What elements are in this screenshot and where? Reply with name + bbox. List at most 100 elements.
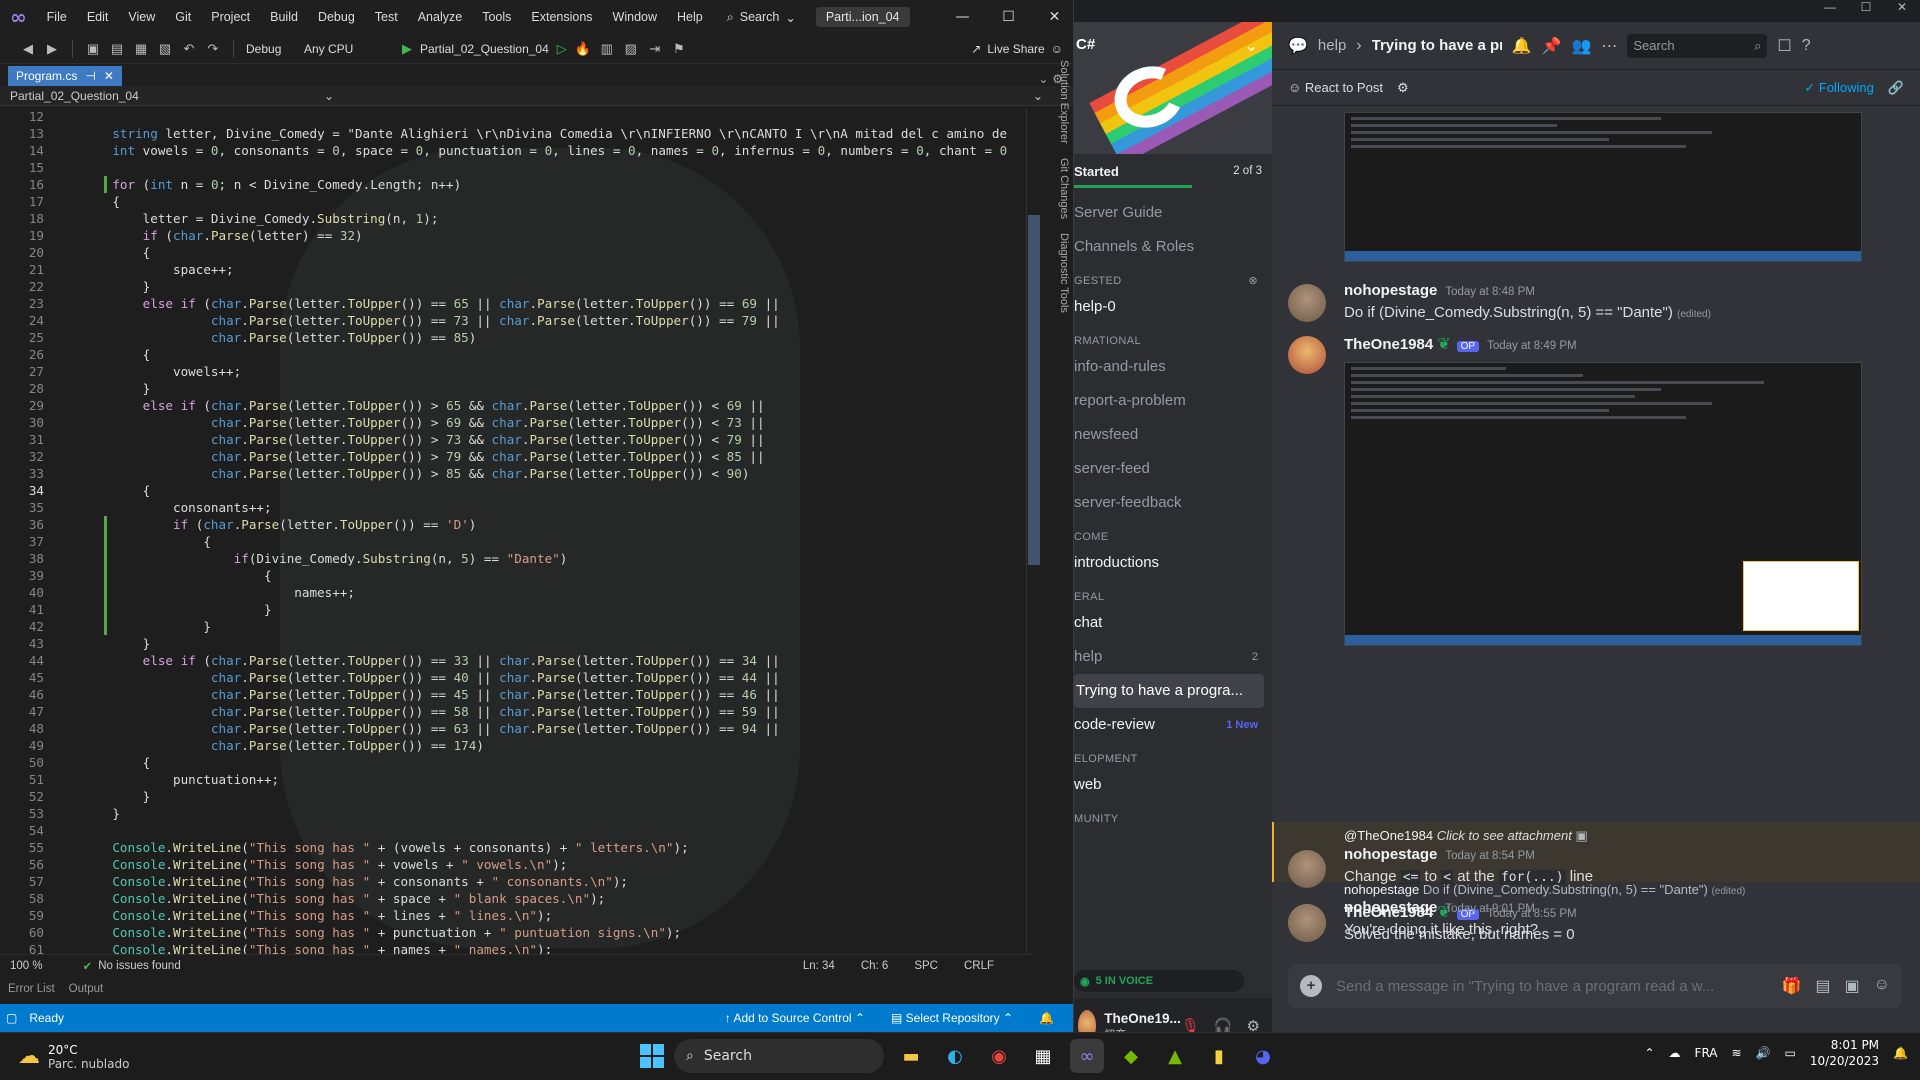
menu-build[interactable]: Build	[260, 10, 308, 24]
code-line[interactable]: 56 Console.WriteLine("This song has " + …	[0, 856, 1034, 873]
category-header[interactable]: MUNITY	[1074, 802, 1272, 828]
close-icon[interactable]: ✕	[1884, 0, 1920, 22]
start-debug-icon[interactable]: ▶	[402, 41, 412, 57]
code-line[interactable]: 55 Console.WriteLine("This song has " + …	[0, 839, 1034, 856]
attachment-image[interactable]	[1344, 362, 1862, 646]
nvidia-icon[interactable]: ◆	[1114, 1039, 1148, 1073]
avatar[interactable]	[1288, 904, 1326, 942]
pin-icon[interactable]: ⊣	[85, 69, 95, 83]
side-tab-solution-explorer[interactable]: Solution Explorer	[1048, 60, 1070, 144]
help-icon[interactable]: ?	[1802, 37, 1811, 55]
menu-extensions[interactable]: Extensions	[521, 10, 602, 24]
chevron-down-icon[interactable]: ⌄	[1245, 36, 1258, 56]
code-line[interactable]: 27 vowels++;	[0, 363, 1034, 380]
taskbar-search[interactable]: ⌕ Search	[674, 1039, 884, 1073]
headphones-icon[interactable]: 🎧	[1214, 1017, 1233, 1032]
channel-item[interactable]: chat	[1074, 606, 1272, 640]
start-button[interactable]	[640, 1044, 664, 1068]
toolbox-icon[interactable]: ▥	[599, 41, 615, 57]
code-line[interactable]: 13 string letter, Divine_Comedy = "Dante…	[0, 125, 1034, 142]
channel-item[interactable]: help 2	[1074, 640, 1272, 674]
scrollbar-thumb[interactable]	[1028, 215, 1040, 565]
search-input[interactable]: Search ⌕	[1627, 33, 1768, 58]
discord-icon[interactable]: ◕	[1246, 1039, 1280, 1073]
code-line[interactable]: 59 Console.WriteLine("This song has " + …	[0, 907, 1034, 924]
language-indicator[interactable]: FRA	[1695, 1046, 1718, 1060]
link-icon[interactable]: 🔗	[1888, 80, 1904, 96]
layout-icon[interactable]: ▨	[623, 41, 639, 57]
code-line[interactable]: 43 }	[0, 635, 1034, 652]
code-line[interactable]: 42 }	[0, 618, 1034, 635]
onboarding-progress[interactable]: Started 2 of 3	[1074, 154, 1272, 188]
project-selector[interactable]: Partial_02_Question_04 ⌄	[10, 89, 340, 103]
channel-item[interactable]: report-a-problem	[1074, 384, 1272, 418]
code-line[interactable]: 46 char.Parse(letter.ToUpper()) == 45 ||…	[0, 686, 1034, 703]
channel-item[interactable]: help-0	[1074, 290, 1272, 324]
notification-icon[interactable]: 🔔	[1893, 1046, 1908, 1060]
code-line[interactable]: 31 char.Parse(letter.ToUpper()) > 73 && …	[0, 431, 1034, 448]
inbox-icon[interactable]: ☐	[1777, 36, 1791, 56]
config-dropdown[interactable]: Debug	[246, 42, 296, 56]
channel-item[interactable]: Server Guide	[1074, 196, 1272, 230]
reply-preview[interactable]: @TheOne1984 Click to see attachment ▣	[1344, 828, 1920, 844]
minimize-icon[interactable]: —	[1812, 0, 1848, 22]
undo-icon[interactable]: ↶	[181, 41, 197, 57]
sticker-icon[interactable]: ▣	[1845, 976, 1860, 996]
code-line[interactable]: 41 }	[0, 601, 1034, 618]
close-icon[interactable]: ⊗	[1248, 264, 1258, 290]
following-button[interactable]: ✓ Following	[1804, 80, 1873, 96]
menu-edit[interactable]: Edit	[77, 10, 119, 24]
open-folder-icon[interactable]: ▤	[109, 41, 125, 57]
chrome-icon[interactable]: ◉	[982, 1039, 1016, 1073]
members-icon[interactable]: 👥	[1571, 36, 1591, 56]
gift-icon[interactable]: 🎁	[1781, 976, 1801, 996]
code-line[interactable]: 58 Console.WriteLine("This song has " + …	[0, 890, 1034, 907]
side-tab-git-changes[interactable]: Git Changes	[1048, 158, 1070, 219]
code-line[interactable]: 53 }	[0, 805, 1034, 822]
channel-item[interactable]: code-review 1 New	[1074, 708, 1272, 742]
menu-file[interactable]: File	[37, 10, 77, 24]
code-line[interactable]: 32 char.Parse(letter.ToUpper()) > 79 && …	[0, 448, 1034, 465]
react-to-post-button[interactable]: ☺ React to Post	[1288, 80, 1383, 95]
side-tab-diagnostic-tools[interactable]: Diagnostic Tools	[1048, 233, 1070, 313]
clock[interactable]: 8:01 PM 10/20/2023	[1810, 1037, 1879, 1069]
redo-icon[interactable]: ↷	[205, 41, 221, 57]
maximize-icon[interactable]: ☐	[986, 9, 1032, 25]
channel-item[interactable]: info-and-rules	[1074, 350, 1272, 384]
code-line[interactable]: 18 letter = Divine_Comedy.Substring(n, 1…	[0, 210, 1034, 227]
code-line[interactable]: 19 if (char.Parse(letter) == 32)	[0, 227, 1034, 244]
code-line[interactable]: 22 }	[0, 278, 1034, 295]
vs-search-button[interactable]: ⌕ Search ⌄	[727, 10, 796, 25]
gear-icon[interactable]: ⚙	[1247, 1017, 1260, 1032]
code-line[interactable]: 26 {	[0, 346, 1034, 363]
code-line[interactable]: 47 char.Parse(letter.ToUpper()) == 58 ||…	[0, 703, 1034, 720]
code-line[interactable]: 36 if (char.Parse(letter.ToUpper()) == '…	[0, 516, 1034, 533]
code-editor[interactable]: 12 13 string letter, Divine_Comedy = "Dan…	[0, 108, 1034, 954]
avatar[interactable]	[1288, 284, 1326, 322]
code-line[interactable]: 17 {	[0, 193, 1034, 210]
step-icon[interactable]: ⇥	[647, 41, 663, 57]
channel-item[interactable]: Trying to have a progra...	[1074, 674, 1264, 708]
channel-item[interactable]: server-feed	[1074, 452, 1272, 486]
code-line[interactable]: 20 {	[0, 244, 1034, 261]
message-author[interactable]: TheOne1984	[1344, 336, 1433, 353]
start-without-debug-icon[interactable]: ▷	[557, 41, 567, 57]
code-line[interactable]: 24 char.Parse(letter.ToUpper()) == 73 ||…	[0, 312, 1034, 329]
mic-muted-icon[interactable]: 🎙	[1181, 1017, 1200, 1032]
code-line[interactable]: 54	[0, 822, 1034, 839]
minimize-icon[interactable]: —	[940, 9, 986, 25]
channel-item[interactable]: server-feedback	[1074, 486, 1272, 520]
close-icon[interactable]: ✕	[1032, 9, 1073, 25]
menu-view[interactable]: View	[118, 10, 165, 24]
category-header[interactable]: ELOPMENT	[1074, 742, 1272, 768]
pin-icon[interactable]: 📌	[1542, 36, 1562, 56]
code-line[interactable]: 61 Console.WriteLine("This song has " + …	[0, 941, 1034, 954]
vs-solution-title[interactable]: Parti...ion_04	[815, 7, 910, 27]
settings-icon[interactable]: ⚙	[1397, 80, 1409, 96]
code-line[interactable]: 49 char.Parse(letter.ToUpper()) == 174)	[0, 737, 1034, 754]
code-line[interactable]: 35 consonants++;	[0, 499, 1034, 516]
code-line[interactable]: 15	[0, 159, 1034, 176]
chevron-up-icon[interactable]: ⌃	[1644, 1046, 1654, 1060]
volume-icon[interactable]: 🔊	[1756, 1046, 1771, 1060]
save-icon[interactable]: ▦	[133, 41, 149, 57]
